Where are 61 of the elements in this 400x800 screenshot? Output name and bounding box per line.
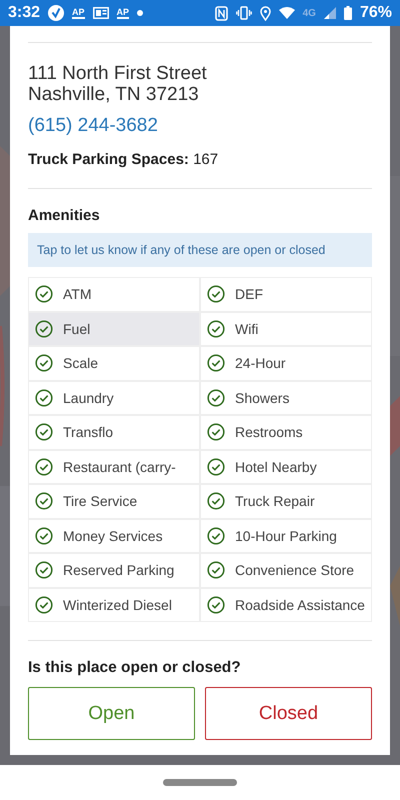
question: Is this place open or closed? xyxy=(28,659,242,677)
amenity-item[interactable]: Convenience Store xyxy=(201,554,371,586)
check-circle-icon xyxy=(207,320,225,338)
home-handle[interactable] xyxy=(163,779,237,786)
amenity-item[interactable]: Restrooms xyxy=(201,416,371,448)
check-circle-icon xyxy=(207,561,225,580)
check-circle-icon xyxy=(35,285,53,304)
check-circle-icon xyxy=(35,354,53,372)
check-circle-icon xyxy=(35,423,53,442)
check-circle-icon xyxy=(207,423,225,442)
network-label: 4G xyxy=(302,8,316,18)
check-circle-icon xyxy=(35,492,53,510)
amenity-item[interactable]: Transflo xyxy=(29,416,199,448)
amenity-item[interactable]: Scale xyxy=(29,347,199,380)
hint-banner: Tap to let us know if any of these are open or closed xyxy=(28,233,372,267)
battery-percent: 76% xyxy=(360,4,392,22)
amenity-item[interactable]: Hotel Nearby xyxy=(201,450,371,483)
amenity-item[interactable]: Tire Service xyxy=(29,485,199,518)
amenity-item[interactable]: Laundry xyxy=(29,382,199,414)
check-circle-icon xyxy=(207,285,225,304)
amenity-item[interactable]: Reserved Parking xyxy=(29,554,199,586)
amenity-item[interactable]: Money Services xyxy=(29,520,199,552)
parking-spaces: Truck Parking Spaces: 167 xyxy=(28,151,220,168)
amenity-item[interactable]: Truck Repair xyxy=(201,485,371,518)
amenity-item[interactable]: Showers xyxy=(201,382,371,414)
phone-link[interactable]: (615) 244-3682 xyxy=(28,115,158,137)
address: 111 North First Street Nashville, TN 37213 xyxy=(28,63,208,105)
check-circle-icon xyxy=(207,492,225,510)
closed-button[interactable]: Closed xyxy=(205,687,372,740)
amenity-item[interactable]: ATM xyxy=(29,278,199,310)
battery-icon xyxy=(344,6,352,20)
newspaper-icon xyxy=(92,7,109,19)
vibrate-icon xyxy=(236,6,252,20)
check-circle-icon xyxy=(35,320,53,338)
check-circle-icon xyxy=(207,354,225,372)
check-circle-icon xyxy=(207,388,225,407)
amenity-item[interactable]: Roadside Assistance xyxy=(201,588,371,621)
section-title: Amenities xyxy=(28,207,101,224)
amenity-item[interactable]: Wifi xyxy=(201,312,371,345)
nfc-icon xyxy=(214,6,228,20)
check-circle-icon xyxy=(35,561,53,580)
amenity-item[interactable]: 24-Hour xyxy=(201,347,371,380)
check-circle-icon xyxy=(207,596,225,614)
amenity-item[interactable]: Restaurant (carry- xyxy=(29,450,199,483)
check-circle-icon xyxy=(35,458,53,476)
check-badge-icon xyxy=(48,5,64,21)
amenity-item[interactable]: 10-Hour Parking xyxy=(201,520,371,552)
check-circle-icon xyxy=(35,388,53,407)
dot-icon xyxy=(137,10,144,16)
open-button[interactable]: Open xyxy=(28,687,195,740)
location-icon xyxy=(260,6,271,20)
check-circle-icon xyxy=(207,458,225,476)
signal-icon xyxy=(324,7,336,19)
amenity-item[interactable]: Winterized Diesel xyxy=(29,588,199,621)
check-circle-icon xyxy=(35,596,53,614)
amenity-item[interactable]: DEF xyxy=(201,278,371,310)
clock: 3:32 xyxy=(8,4,40,22)
check-circle-icon xyxy=(35,526,53,545)
check-circle-icon xyxy=(207,526,225,545)
amenity-item[interactable]: Fuel xyxy=(29,312,199,345)
wifi-icon xyxy=(278,7,295,19)
